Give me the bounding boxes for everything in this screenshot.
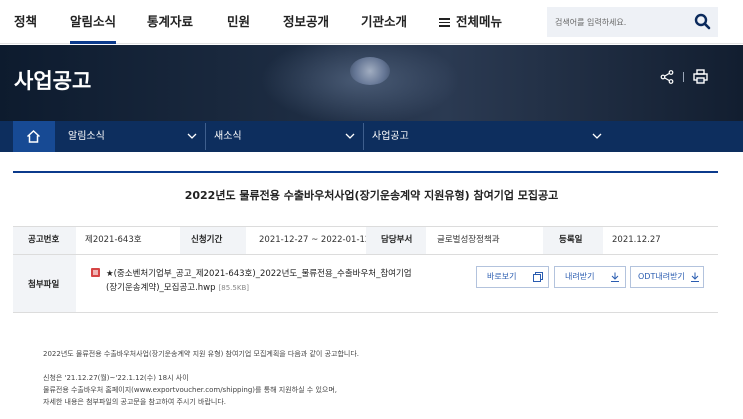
nav-item-statistics[interactable]: 통계자료 [147, 0, 193, 44]
search-icon[interactable] [694, 13, 711, 30]
print-icon[interactable] [693, 69, 708, 84]
breadcrumb-item-news[interactable]: 알림소식 [68, 121, 105, 152]
nav-item-policy[interactable]: 정책 [14, 0, 37, 44]
download-icon [691, 272, 699, 282]
attachment-file-size: [85.5KB] [218, 284, 249, 292]
chevron-down-icon[interactable] [345, 131, 355, 141]
breadcrumb-divider [205, 123, 206, 150]
all-menu-button[interactable]: 전체메뉴 [439, 0, 502, 44]
odt-download-button-label: ODT내려받기 [638, 272, 685, 281]
body-paragraph: 2022년도 물류전용 수출바우처사업(장기운송계약 지원 유형) 참여기업 모… [43, 350, 360, 358]
nav-item-civil-petition[interactable]: 민원 [227, 0, 250, 44]
search-input[interactable] [555, 13, 685, 31]
nav-item-info-disclosure[interactable]: 정보공개 [283, 0, 329, 44]
page-title: 사업공고 [14, 69, 92, 93]
nav-item-news[interactable]: 알림소식 [70, 0, 117, 44]
attachment-file-link[interactable]: ★(중소벤처기업부_공고_제2021-643호)_2022년도_물류전용_수출바… [106, 267, 446, 295]
breadcrumb-item-notices[interactable]: 새소식 [214, 121, 242, 152]
copy-window-icon [533, 272, 543, 282]
dept-label: 담당부서 [381, 235, 413, 245]
attachment-file-name-line2: (장기운송계약)_모집공고.hwp [106, 283, 216, 293]
download-button-label: 내려받기 [565, 272, 595, 281]
all-menu-label: 전체메뉴 [456, 14, 503, 29]
period-label: 신청기간 [191, 235, 223, 245]
home-icon [26, 129, 41, 143]
home-button[interactable] [13, 121, 55, 152]
table-row-rule [13, 254, 718, 255]
table-bottom-rule [13, 312, 718, 313]
hwp-file-icon [91, 268, 100, 277]
application-period: 2021-12-27 ~ 2022-01-12 [259, 235, 371, 245]
notice-number-label: 공고번호 [28, 235, 60, 245]
body-paragraph: 자세한 내용은 첨부파일의 공고문을 참고하여 주시기 바랍니다. [43, 398, 227, 406]
body-paragraph: 신청은 '21.12.27(월)~'22.1.12(수) 18시 사이 [43, 374, 189, 382]
view-button-label: 바로보기 [487, 272, 517, 281]
breadcrumb-divider [363, 123, 364, 150]
search-box [547, 7, 718, 37]
top-navigation: 정책 알림소식 통계자료 민원 정보공개 기관소개 전체메뉴 [0, 0, 743, 44]
department: 글로벌성장정책과 [437, 235, 500, 245]
notice-number: 제2021-643호 [85, 235, 142, 245]
banner-decoration-chart [350, 57, 390, 85]
share-icon[interactable] [660, 70, 674, 84]
hamburger-icon [439, 18, 450, 27]
banner-icon-divider [683, 72, 684, 82]
title-top-rule [13, 171, 718, 173]
notice-title: 2022년도 물류전용 수출바우처사업(장기운송계약 지원유형) 참여기업 모집… [184, 189, 559, 202]
body-paragraph: 물류전용 수출바우처 홈페이지(www.exportvoucher.com/sh… [43, 386, 337, 394]
attachment-file-name-line1: ★(중소벤처기업부_공고_제2021-643호)_2022년도_물류전용_수출바… [106, 269, 412, 279]
view-button[interactable]: 바로보기 [476, 266, 549, 288]
chevron-down-icon[interactable] [592, 131, 602, 141]
page-banner: 사업공고 [0, 45, 743, 121]
nav-item-about[interactable]: 기관소개 [361, 0, 407, 44]
registered-label: 등록일 [559, 235, 583, 245]
registered-date: 2021.12.27 [612, 235, 661, 245]
download-icon [611, 272, 619, 282]
attachment-label: 첨부파일 [28, 280, 60, 290]
breadcrumb-item-business-notice[interactable]: 사업공고 [372, 121, 409, 152]
download-button[interactable]: 내려받기 [554, 266, 626, 288]
chevron-down-icon[interactable] [187, 131, 197, 141]
odt-download-button[interactable]: ODT내려받기 [630, 266, 704, 288]
